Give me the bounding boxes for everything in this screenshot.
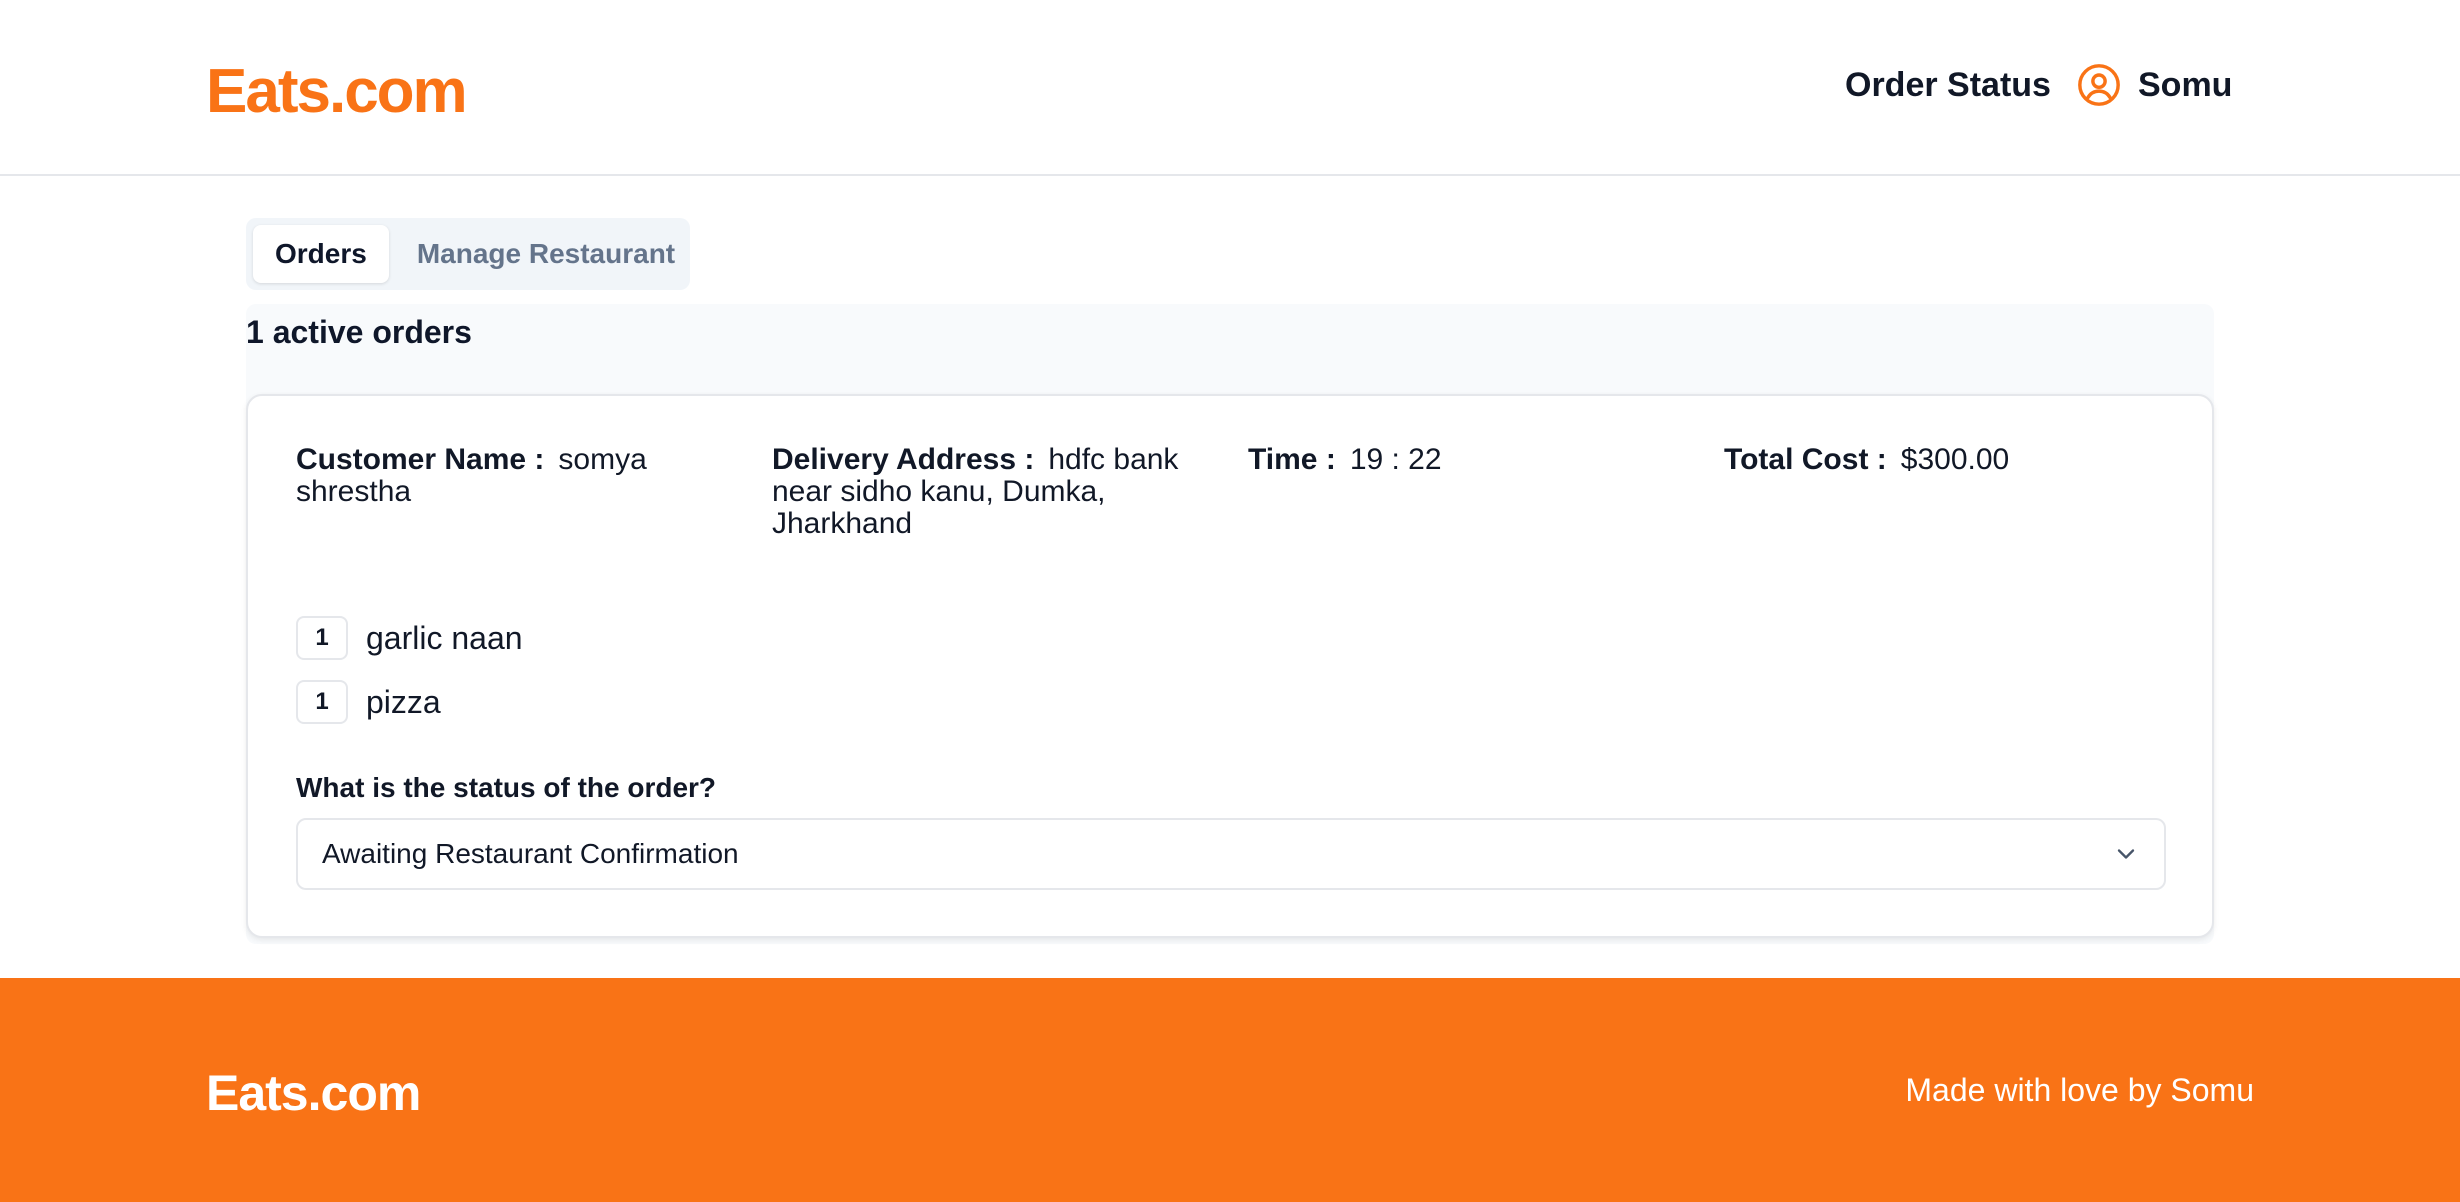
item-quantity-badge: 1	[296, 616, 348, 660]
site-footer: Eats.com Made with love by Somu	[0, 978, 2460, 1202]
orders-count-heading: 1 active orders	[246, 314, 472, 350]
site-logo[interactable]: Eats.com	[206, 56, 468, 127]
user-menu[interactable]: Somu	[2076, 62, 2232, 108]
item-quantity-badge: 1	[296, 680, 348, 724]
order-status-select[interactable]: Awaiting Restaurant Confirmation	[296, 818, 2166, 890]
time-value: 19 : 22	[1349, 443, 1442, 476]
order-status-link[interactable]: Order Status	[1845, 66, 2051, 105]
total-cost-label: Total Cost :	[1724, 443, 1887, 476]
item-name: pizza	[366, 683, 441, 720]
tab-list: Orders Manage Restaurant	[246, 218, 690, 290]
tab-orders[interactable]: Orders	[253, 225, 389, 283]
order-card: Customer Name : somya shrestha Delivery A…	[246, 394, 2214, 938]
site-header: Eats.com Order Status Somu	[0, 0, 2460, 176]
delivery-address-field: Delivery Address : hdfc bank near sidho k…	[772, 444, 1192, 540]
customer-name-label: Customer Name :	[296, 443, 545, 476]
footer-logo[interactable]: Eats.com	[206, 1064, 421, 1122]
order-status-question: What is the status of the order?	[296, 772, 717, 803]
user-circle-icon	[2078, 64, 2120, 106]
tab-manage-restaurant[interactable]: Manage Restaurant	[395, 225, 697, 283]
order-item: 1 garlic naan	[296, 616, 523, 660]
order-item: 1 pizza	[296, 680, 441, 724]
time-field: Time : 19 : 22	[1248, 444, 1648, 476]
order-status-selected-value: Awaiting Restaurant Confirmation	[322, 838, 739, 869]
footer-credit: Made with love by Somu	[1905, 1072, 2254, 1108]
chevron-down-icon	[2117, 849, 2135, 859]
delivery-address-label: Delivery Address :	[772, 443, 1035, 476]
customer-name-field: Customer Name : somya shrestha	[296, 444, 696, 508]
total-cost-field: Total Cost : $300.00	[1724, 444, 2164, 476]
total-cost-value: $300.00	[1900, 443, 2010, 476]
user-name: Somu	[2138, 65, 2233, 104]
item-name: garlic naan	[366, 619, 523, 656]
time-label: Time :	[1248, 443, 1336, 476]
